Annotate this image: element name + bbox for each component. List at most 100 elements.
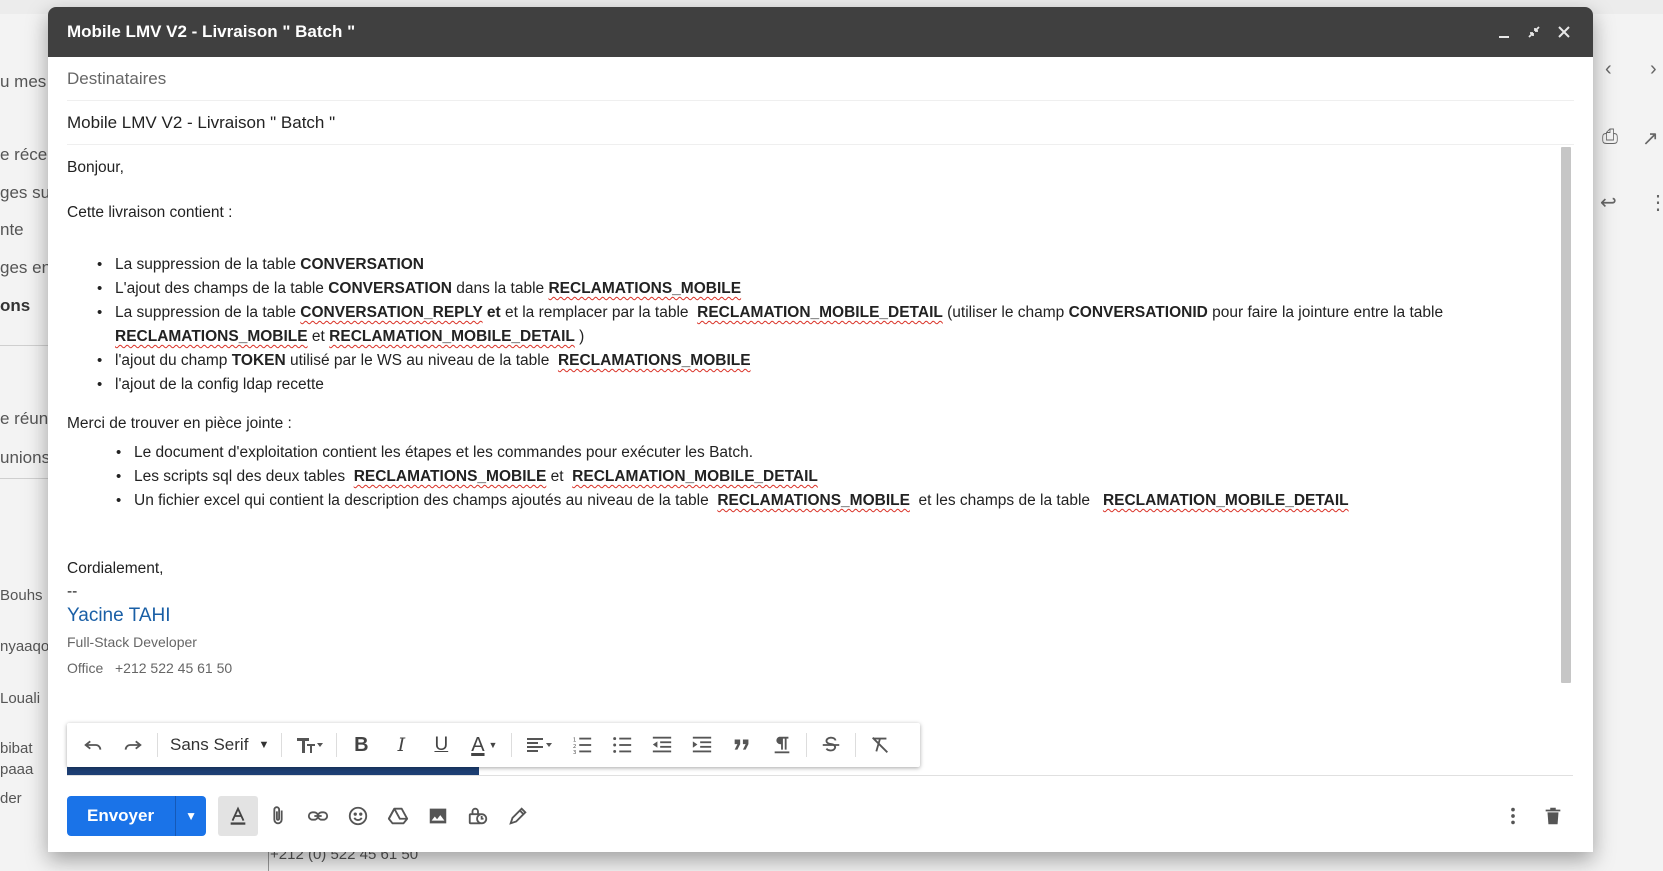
list-item-text: et la remplacer par la table xyxy=(500,304,698,321)
strikethrough-icon[interactable] xyxy=(811,727,851,763)
bg-sidebar-item: u mes xyxy=(0,72,47,91)
greeting: Bonjour, xyxy=(67,159,124,176)
list-item-text: TOKEN xyxy=(231,352,286,369)
list-item-text: CONVERSATION xyxy=(328,280,452,297)
bg-sidebar-item: Bouhs xyxy=(0,587,43,604)
list-item-text: Les scripts sql des deux tables xyxy=(134,468,354,485)
emoji-icon[interactable] xyxy=(338,796,378,836)
toolbar-divider xyxy=(336,733,338,757)
compose-window: Mobile LMV V2 - Livraison " Batch " Dest… xyxy=(48,7,1593,852)
exit-fullscreen-icon[interactable] xyxy=(1519,17,1549,47)
bulleted-list-icon[interactable] xyxy=(602,727,642,763)
signature-role: Full-Stack Developer xyxy=(67,634,197,650)
svg-text:2: 2 xyxy=(573,744,577,750)
indent-less-icon[interactable] xyxy=(642,727,682,763)
remove-formatting-icon[interactable] xyxy=(860,727,900,763)
chevron-right-icon: › xyxy=(1650,58,1657,80)
list-item-text: et xyxy=(307,328,330,345)
more-vert-icon: ⋮ xyxy=(1648,192,1663,214)
caret-down-icon: ▼ xyxy=(185,809,198,823)
indent-more-icon[interactable] xyxy=(682,727,722,763)
subject-field[interactable]: Mobile LMV V2 - Livraison " Batch " xyxy=(67,101,1574,145)
redo-icon[interactable] xyxy=(113,727,153,763)
italic-button[interactable]: I xyxy=(381,727,421,763)
font-size-icon[interactable] xyxy=(286,727,332,763)
text-color-label: A xyxy=(471,733,485,756)
attachments-list: Le document d'exploitation contient les … xyxy=(116,441,1534,513)
caret-down-icon: ▼ xyxy=(258,739,270,751)
quote-icon[interactable] xyxy=(722,727,762,763)
toolbar-divider xyxy=(806,733,808,757)
attach-file-icon[interactable] xyxy=(258,796,298,836)
undo-icon[interactable] xyxy=(73,727,113,763)
contents-list: La suppression de la table CONVERSATIONL… xyxy=(97,253,1535,397)
font-family-label: Sans Serif xyxy=(170,735,249,754)
bg-sidebar-item: Louali xyxy=(0,690,41,707)
list-item-text: La suppression de la table xyxy=(115,304,301,321)
formatting-toolbar: Sans Serif ▼ B I U A ▼ 123 xyxy=(67,723,920,767)
table-name: RECLAMATIONS_MOBILE xyxy=(548,280,742,297)
attachments-intro: Merci de trouver en pièce jointe : xyxy=(67,415,292,432)
list-item-text: La suppression de la table xyxy=(115,256,301,273)
list-item-text: Un fichier excel qui contient la descrip… xyxy=(134,492,718,509)
list-item-text: (utiliser le champ xyxy=(942,304,1069,321)
schedule-send-dropdown[interactable]: ▼ xyxy=(176,796,206,836)
bold-button[interactable]: B xyxy=(341,727,381,763)
toolbar-divider xyxy=(511,733,513,757)
underline-button[interactable]: U xyxy=(421,727,461,763)
list-item-text: l'ajout du champ xyxy=(115,352,232,369)
font-family-select[interactable]: Sans Serif ▼ xyxy=(162,735,277,755)
more-options-icon[interactable] xyxy=(1493,796,1533,836)
bg-sidebar-item: paaa xyxy=(0,761,34,778)
bg-sidebar-item: e réun xyxy=(0,409,49,428)
table-name: RECLAMATIONS_MOBILE xyxy=(353,468,547,485)
body-scrollbar[interactable] xyxy=(1561,147,1571,683)
compose-title-bar[interactable]: Mobile LMV V2 - Livraison " Batch " xyxy=(48,7,1593,57)
minimize-icon[interactable] xyxy=(1489,17,1519,47)
bg-divider xyxy=(0,345,50,346)
table-name: RECLAMATION_MOBILE_DETAIL xyxy=(1102,492,1349,509)
signature-image xyxy=(67,767,479,775)
text-direction-icon[interactable] xyxy=(762,727,802,763)
discard-draft-icon[interactable] xyxy=(1533,796,1573,836)
insert-link-icon[interactable] xyxy=(298,796,338,836)
svg-text:1: 1 xyxy=(573,737,577,743)
signature-icon[interactable] xyxy=(498,796,538,836)
send-row: Envoyer ▼ xyxy=(67,794,1573,838)
closing-text: Cordialement, xyxy=(67,560,164,577)
text-color-button[interactable]: A ▼ xyxy=(461,727,507,763)
send-button[interactable]: Envoyer xyxy=(67,796,177,836)
list-item: l'ajout de la config ldap recette xyxy=(97,373,1535,397)
numbered-list-icon[interactable]: 123 xyxy=(562,727,602,763)
bg-sidebar-item: nte xyxy=(0,220,24,239)
close-icon[interactable] xyxy=(1549,17,1579,47)
list-item-text: et xyxy=(482,304,501,321)
list-item: L'ajout des champs de la table CONVERSAT… xyxy=(97,277,1535,301)
svg-text:3: 3 xyxy=(573,750,577,756)
list-item-text: ) xyxy=(574,328,585,345)
table-name: RECLAMATIONS_MOBILE xyxy=(717,492,910,509)
bg-sidebar-item: der xyxy=(0,790,22,807)
message-body[interactable]: Bonjour, Cette livraison contient : La s… xyxy=(67,146,1547,731)
formatting-options-icon[interactable] xyxy=(218,796,259,836)
insert-photo-icon[interactable] xyxy=(418,796,458,836)
toolbar-divider xyxy=(281,733,283,757)
google-drive-icon[interactable] xyxy=(378,796,418,836)
list-item-text: L'ajout des champs de la table xyxy=(115,280,329,297)
chevron-left-icon: ‹ xyxy=(1605,58,1612,80)
table-name: RECLAMATION_MOBILE_DETAIL xyxy=(572,468,818,485)
bg-sidebar-item: unions xyxy=(0,448,51,467)
confidential-mode-icon[interactable] xyxy=(458,796,498,836)
send-button-group: Envoyer ▼ xyxy=(67,796,207,836)
toolbar-separator-line xyxy=(67,775,1573,776)
list-item-text: et xyxy=(546,468,573,485)
recipients-field[interactable]: Destinataires xyxy=(67,57,1574,101)
list-item-text: dans la table xyxy=(451,280,549,297)
table-name: RECLAMATION_MOBILE_DETAIL xyxy=(329,328,575,345)
list-item: l'ajout du champ TOKEN utilisé par le WS… xyxy=(97,349,1535,373)
align-icon[interactable] xyxy=(516,727,562,763)
table-name: RECLAMATIONS_MOBILE xyxy=(115,328,308,345)
print-icon: ⎙ xyxy=(1602,126,1618,148)
bg-sidebar-item: bibat xyxy=(0,740,33,757)
signature-separator: -- xyxy=(67,583,78,600)
